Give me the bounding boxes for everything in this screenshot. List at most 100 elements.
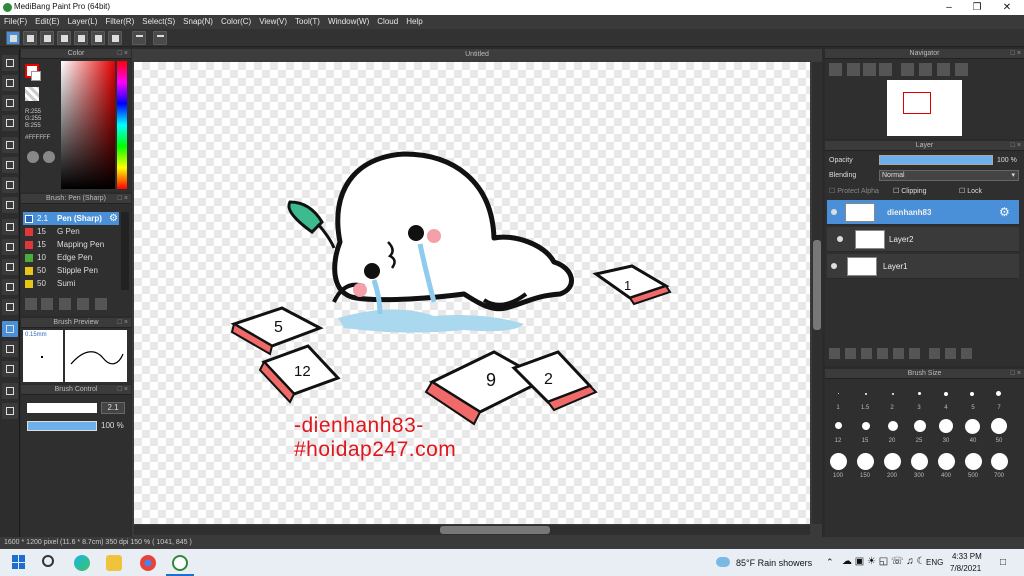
zoom-in-icon[interactable] [829, 63, 842, 76]
search-icon[interactable] [42, 555, 54, 567]
comment-icon[interactable] [40, 31, 54, 45]
opacity-slider[interactable] [27, 421, 97, 431]
divide-tool-icon[interactable] [2, 361, 18, 377]
eye-icon[interactable] [831, 263, 837, 269]
menu-select[interactable]: Select(S) [138, 15, 179, 26]
brush-menu-icon[interactable] [59, 298, 71, 310]
clock-date[interactable]: 7/8/2021 [950, 564, 981, 573]
brush-tool-icon[interactable] [2, 115, 18, 131]
menu-filter[interactable]: Filter(R) [101, 15, 138, 26]
brush-item-edge-pen[interactable]: 10 Edge Pen [23, 251, 119, 264]
size-slider[interactable] [27, 403, 97, 413]
edge-browser-icon[interactable] [74, 555, 90, 571]
chevron-up-icon[interactable]: ⌃ [826, 557, 834, 568]
size-dot[interactable] [888, 421, 898, 431]
size-dot[interactable] [938, 453, 955, 470]
size-dot[interactable] [939, 419, 953, 433]
drawing-canvas[interactable]: 5 12 9 2 1 -dienhanh83- #hoidap247.com [134, 62, 810, 524]
zoom-out-icon[interactable] [847, 63, 860, 76]
menu-layer[interactable]: Layer(L) [64, 15, 102, 26]
copy-layer-icon[interactable] [893, 348, 904, 359]
gear-icon[interactable]: ⚙ [109, 213, 118, 224]
delete-layer-icon[interactable] [961, 348, 972, 359]
undo-icon[interactable] [132, 31, 146, 45]
size-dot[interactable] [965, 453, 982, 470]
gradient-tool-icon[interactable] [2, 197, 18, 213]
menu-tool[interactable]: Tool(T) [291, 15, 324, 26]
move-tool-icon[interactable] [2, 137, 18, 153]
horizontal-scroll-thumb[interactable] [440, 526, 550, 534]
size-dot[interactable] [830, 453, 847, 470]
brush-item-sumi[interactable]: 50 Sumi [23, 277, 119, 290]
shape-tool-icon[interactable] [2, 157, 18, 173]
size-dot[interactable] [865, 393, 867, 395]
transparent-color-swatch[interactable] [25, 87, 39, 101]
weather-icon[interactable] [716, 557, 730, 567]
select-pen-icon[interactable] [2, 279, 18, 295]
size-dot[interactable] [892, 393, 894, 395]
merge-down-icon[interactable] [929, 348, 940, 359]
size-dot[interactable] [911, 453, 928, 470]
add-layer-menu-icon[interactable] [877, 348, 888, 359]
menu-color[interactable]: Color(C) [217, 15, 255, 26]
lasso-tool-icon[interactable] [2, 239, 18, 255]
layer-row-layer2[interactable]: Layer2 [827, 227, 1019, 252]
copy-brush-icon[interactable] [77, 298, 89, 310]
eye-icon[interactable] [837, 236, 843, 242]
redo-icon[interactable] [153, 31, 167, 45]
material-icon[interactable] [108, 31, 122, 45]
menu-snap[interactable]: Snap(N) [179, 15, 217, 26]
protect-alpha-checkbox[interactable]: ☐ Protect Alpha [829, 187, 879, 195]
menu-help[interactable]: Help [402, 15, 426, 26]
maximize-button[interactable]: ❐ [962, 0, 992, 15]
operation-tool-icon[interactable] [2, 341, 18, 357]
rotate-right-icon[interactable] [937, 63, 950, 76]
layer-properties-icon[interactable] [945, 348, 956, 359]
blending-select[interactable]: Normal ▾ [879, 170, 1019, 181]
new-file-icon[interactable] [23, 31, 37, 45]
pen-tool-icon[interactable] [2, 55, 18, 71]
flip-icon[interactable] [955, 63, 968, 76]
size-dot[interactable] [884, 453, 901, 470]
close-button[interactable]: ✕ [992, 0, 1022, 15]
eyedropper-tool-icon[interactable] [2, 383, 18, 399]
navigator-viewport[interactable] [903, 92, 931, 114]
vertical-scroll-thumb[interactable] [813, 240, 821, 330]
brush-item-stipple-pen[interactable]: 50 Stipple Pen [23, 264, 119, 277]
lock-checkbox[interactable]: ☐ Lock [959, 187, 982, 195]
rotate-reset-icon[interactable] [919, 63, 932, 76]
system-tray-icons[interactable]: ☁ ▣ ☀ ◱ ☏ ♫ ☾ [842, 556, 926, 567]
fill-tool-icon[interactable] [2, 177, 18, 193]
file-explorer-icon[interactable] [106, 555, 122, 571]
select-tool-icon[interactable] [2, 219, 18, 235]
panel-icon[interactable] [57, 31, 71, 45]
magic-wand-icon[interactable] [2, 259, 18, 275]
hue-slider[interactable] [117, 61, 127, 189]
menu-file[interactable]: File(F) [0, 15, 31, 26]
add-brush-icon[interactable] [25, 298, 37, 310]
size-dot[interactable] [944, 392, 948, 396]
delete-brush-icon[interactable] [95, 298, 107, 310]
folder-icon[interactable] [909, 348, 920, 359]
medibang-taskbar-icon[interactable] [172, 555, 188, 571]
clock-time[interactable]: 4:33 PM [952, 552, 982, 561]
size-dot[interactable] [991, 453, 1008, 470]
size-dot[interactable] [965, 419, 980, 434]
saturation-value-picker[interactable] [61, 61, 115, 189]
actual-size-icon[interactable] [879, 63, 892, 76]
brush-item-g-pen[interactable]: 15 G Pen [23, 225, 119, 238]
new-layer-icon[interactable] [829, 348, 840, 359]
eraser-tool-icon[interactable] [2, 75, 18, 91]
size-dot[interactable] [996, 391, 1001, 396]
menu-edit[interactable]: Edit(E) [31, 15, 63, 26]
page-icon[interactable] [91, 31, 105, 45]
new-8bit-layer-icon[interactable] [861, 348, 872, 359]
color-picker-icon[interactable] [43, 151, 55, 163]
eye-icon[interactable] [831, 209, 837, 215]
language-indicator[interactable]: ENG [926, 558, 943, 567]
brush-settings-icon[interactable] [41, 298, 53, 310]
size-dot[interactable] [914, 420, 926, 432]
chrome-icon[interactable] [140, 555, 156, 571]
brush-item-mapping-pen[interactable]: 15 Mapping Pen [23, 238, 119, 251]
layer-row-layer1[interactable]: Layer1 [827, 254, 1019, 279]
